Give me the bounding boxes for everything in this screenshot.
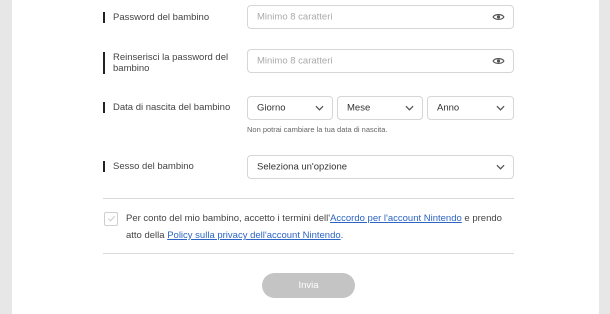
eye-icon[interactable]	[492, 13, 505, 22]
day-select[interactable]: Giorno	[247, 96, 333, 120]
eye-icon[interactable]	[492, 57, 505, 66]
day-select-value: Giorno	[257, 102, 286, 114]
divider-bottom	[103, 253, 514, 254]
month-select-value: Mese	[347, 102, 371, 114]
gender-select[interactable]: Seleziona un'opzione	[247, 155, 514, 179]
password-field[interactable]: Minimo 8 caratteri	[247, 5, 514, 29]
password-confirm-field[interactable]: Minimo 8 caratteri	[247, 49, 514, 73]
submit-button[interactable]: Invia	[262, 273, 355, 298]
gender-label: Sesso del bambino	[103, 161, 194, 172]
gender-select-value: Seleziona un'opzione	[257, 161, 348, 173]
month-select[interactable]: Mese	[337, 96, 423, 120]
year-select[interactable]: Anno	[427, 96, 514, 120]
terms-text-part: Per conto del mio bambino, accetto i ter…	[126, 213, 331, 224]
nintendo-account-agreement-link[interactable]: Accordo per l'account Nintendo	[330, 213, 462, 224]
password-placeholder: Minimo 8 caratteri	[257, 11, 333, 23]
year-select-value: Anno	[437, 102, 460, 114]
terms-text-part: .	[340, 230, 344, 241]
password-confirm-placeholder: Minimo 8 caratteri	[257, 55, 333, 67]
terms-text: Per conto del mio bambino, accetto i ter…	[126, 210, 516, 244]
privacy-policy-link[interactable]: Policy sulla privacy dell'account Ninten…	[167, 230, 340, 241]
check-icon	[107, 215, 116, 222]
birthdate-label: Data di nascita del bambino	[103, 102, 230, 113]
terms-checkbox[interactable]	[104, 212, 118, 226]
password-label: Password del bambino	[103, 12, 209, 23]
chevron-down-icon	[496, 164, 505, 170]
password-confirm-label: Reinserisci la password del bambino	[103, 52, 233, 74]
chevron-down-icon	[315, 105, 324, 111]
divider-top	[103, 198, 514, 199]
form-panel: Password del bambino Minimo 8 caratteri …	[12, 0, 599, 314]
birthdate-hint: Non potrai cambiare la tua data di nasci…	[247, 125, 388, 134]
chevron-down-icon	[405, 105, 414, 111]
chevron-down-icon	[496, 105, 505, 111]
